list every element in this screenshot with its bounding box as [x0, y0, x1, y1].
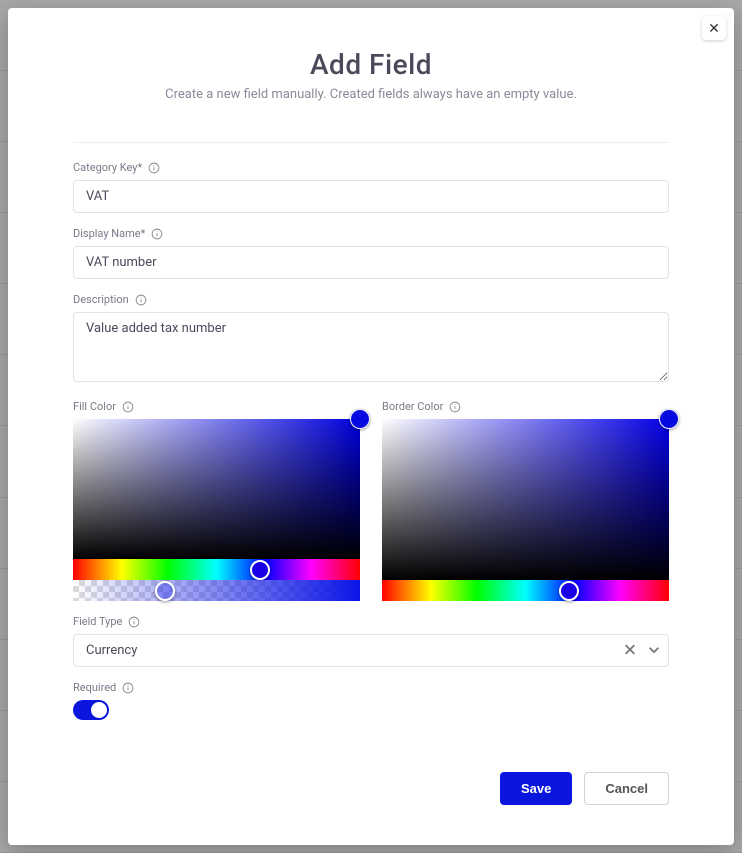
- cancel-button[interactable]: Cancel: [584, 772, 669, 805]
- field-type-label: Field Type: [73, 615, 122, 628]
- field-type-value[interactable]: [73, 634, 669, 667]
- info-icon[interactable]: [122, 682, 134, 694]
- fill-alpha-thumb[interactable]: [155, 581, 175, 601]
- info-icon[interactable]: [122, 401, 134, 413]
- info-icon[interactable]: [449, 401, 461, 413]
- border-color-label: Border Color: [382, 400, 443, 413]
- fill-hue-slider[interactable]: [73, 559, 360, 580]
- required-toggle[interactable]: [73, 700, 109, 720]
- border-color-picker: [382, 419, 669, 601]
- info-icon[interactable]: [151, 228, 163, 240]
- required-label: Required: [73, 681, 116, 694]
- save-button[interactable]: Save: [500, 772, 572, 805]
- fill-color-label: Fill Color: [73, 400, 116, 413]
- fill-hue-thumb[interactable]: [250, 560, 270, 580]
- chevron-down-icon[interactable]: [647, 641, 661, 660]
- fill-color-column: Fill Color: [73, 400, 360, 601]
- modal-header: Add Field Create a new field manually. C…: [8, 8, 734, 102]
- clear-icon[interactable]: [623, 641, 637, 660]
- field-type-select[interactable]: [73, 634, 669, 667]
- category-key-field: Category Key*: [73, 161, 669, 213]
- form-body: Category Key* Display Name* Description: [8, 143, 734, 754]
- border-saturation-value-panel[interactable]: [382, 419, 669, 580]
- description-label: Description: [73, 293, 129, 306]
- border-hue-thumb[interactable]: [559, 581, 579, 601]
- required-field: Required: [73, 681, 669, 720]
- description-input[interactable]: Value added tax number: [73, 312, 669, 382]
- field-type-field: Field Type: [73, 615, 669, 667]
- display-name-input[interactable]: [73, 246, 669, 279]
- close-button[interactable]: ✕: [702, 16, 726, 40]
- fill-color-picker: [73, 419, 360, 601]
- fill-saturation-value-panel[interactable]: [73, 419, 360, 559]
- description-field: Description Value added tax number: [73, 293, 669, 386]
- display-name-label: Display Name*: [73, 227, 145, 240]
- category-key-label: Category Key*: [73, 161, 142, 174]
- info-icon[interactable]: [135, 294, 147, 306]
- add-field-modal: ✕ Add Field Create a new field manually.…: [8, 8, 734, 845]
- border-sv-thumb[interactable]: [659, 409, 679, 429]
- modal-title: Add Field: [48, 48, 694, 81]
- border-color-column: Border Color: [382, 400, 669, 601]
- border-hue-slider[interactable]: [382, 580, 669, 601]
- modal-footer: Save Cancel: [8, 754, 734, 845]
- info-icon[interactable]: [128, 616, 140, 628]
- fill-alpha-slider[interactable]: [73, 580, 360, 601]
- fill-sv-thumb[interactable]: [350, 409, 370, 429]
- category-key-input[interactable]: [73, 180, 669, 213]
- modal-subtitle: Create a new field manually. Created fie…: [48, 87, 694, 102]
- info-icon[interactable]: [148, 162, 160, 174]
- color-pickers-row: Fill Color: [73, 400, 669, 601]
- toggle-knob: [91, 702, 107, 718]
- display-name-field: Display Name*: [73, 227, 669, 279]
